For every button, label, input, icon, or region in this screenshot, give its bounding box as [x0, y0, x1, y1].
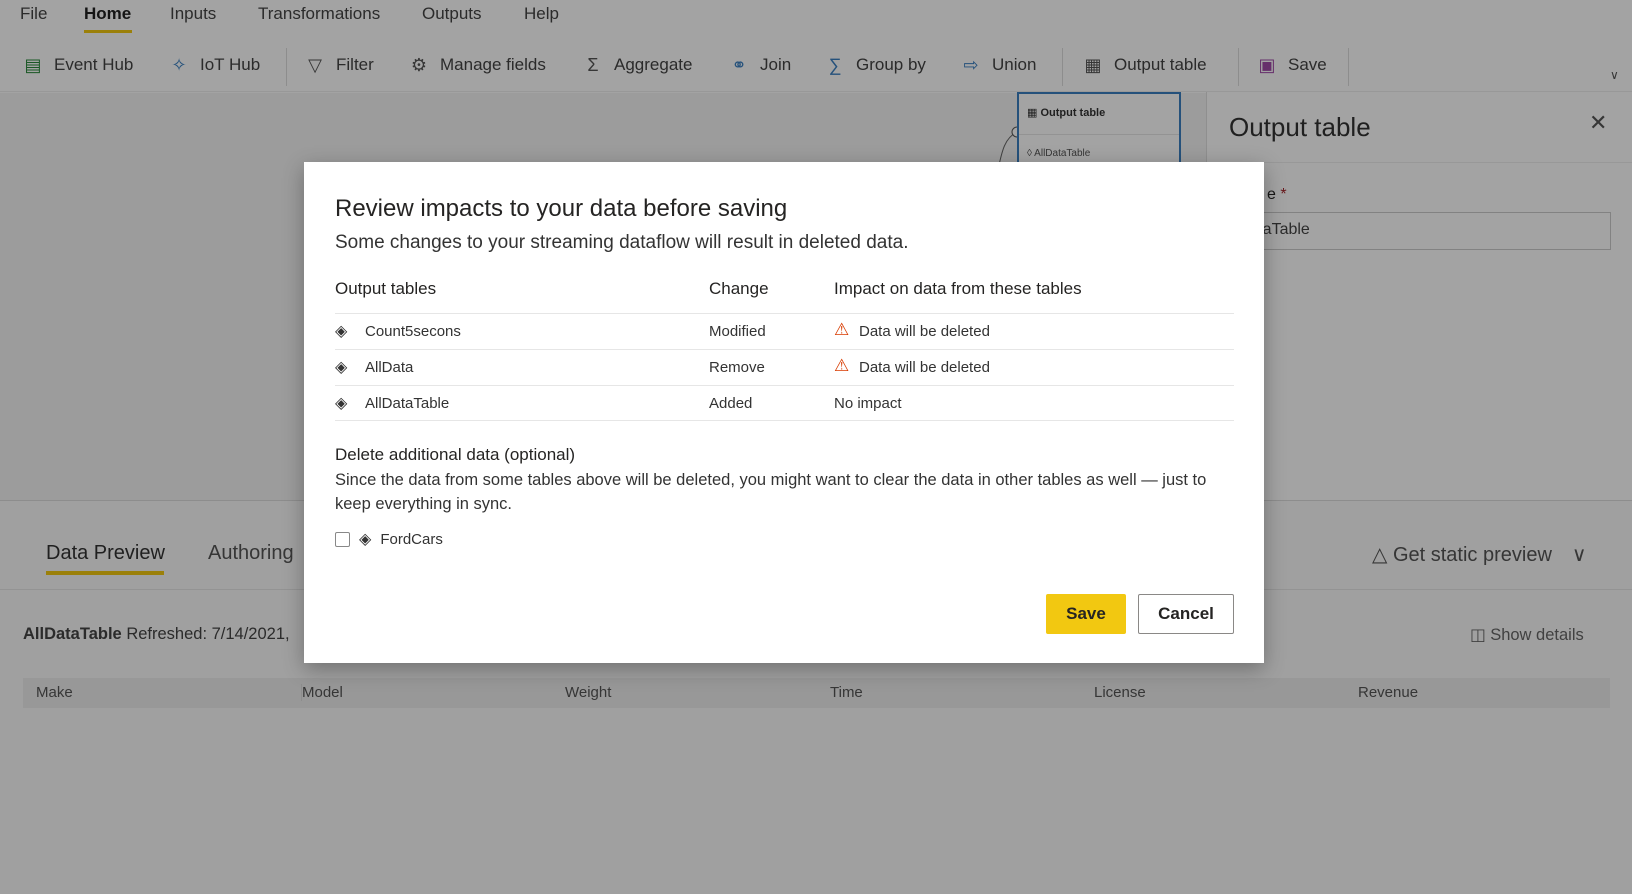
header-change: Change — [709, 279, 769, 298]
header-impact: Impact on data from these tables — [834, 279, 1082, 298]
dialog-subtitle: Some changes to your streaming dataflow … — [335, 232, 909, 253]
table-row: ◈ AllDataTable Added No impact — [335, 385, 1234, 421]
checkbox[interactable] — [335, 531, 350, 547]
warning-icon: ⚠ — [834, 356, 850, 375]
layers-icon: ◈ — [335, 395, 348, 412]
fordcars-checkbox-row[interactable]: ◈ FordCars — [335, 529, 443, 549]
section-title: Delete additional data (optional) — [335, 445, 576, 464]
layers-icon: ◈ — [359, 531, 372, 548]
table-row: ◈ AllData Remove ⚠ Data will be deleted — [335, 349, 1234, 385]
header-output-tables: Output tables — [335, 279, 437, 298]
table-bottom-divider — [335, 420, 1234, 421]
review-impacts-dialog: Review impacts to your data before savin… — [304, 162, 1264, 663]
warning-icon: ⚠ — [834, 320, 850, 339]
save-button[interactable]: Save — [1046, 594, 1126, 634]
cancel-button[interactable]: Cancel — [1138, 594, 1234, 634]
layers-icon: ◈ — [335, 323, 348, 340]
section-text: Since the data from some tables above wi… — [335, 471, 1207, 513]
layers-icon: ◈ — [335, 359, 348, 376]
table-row: ◈ Count5secons Modified ⚠ Data will be d… — [335, 313, 1234, 349]
dialog-title: Review impacts to your data before savin… — [335, 195, 788, 222]
